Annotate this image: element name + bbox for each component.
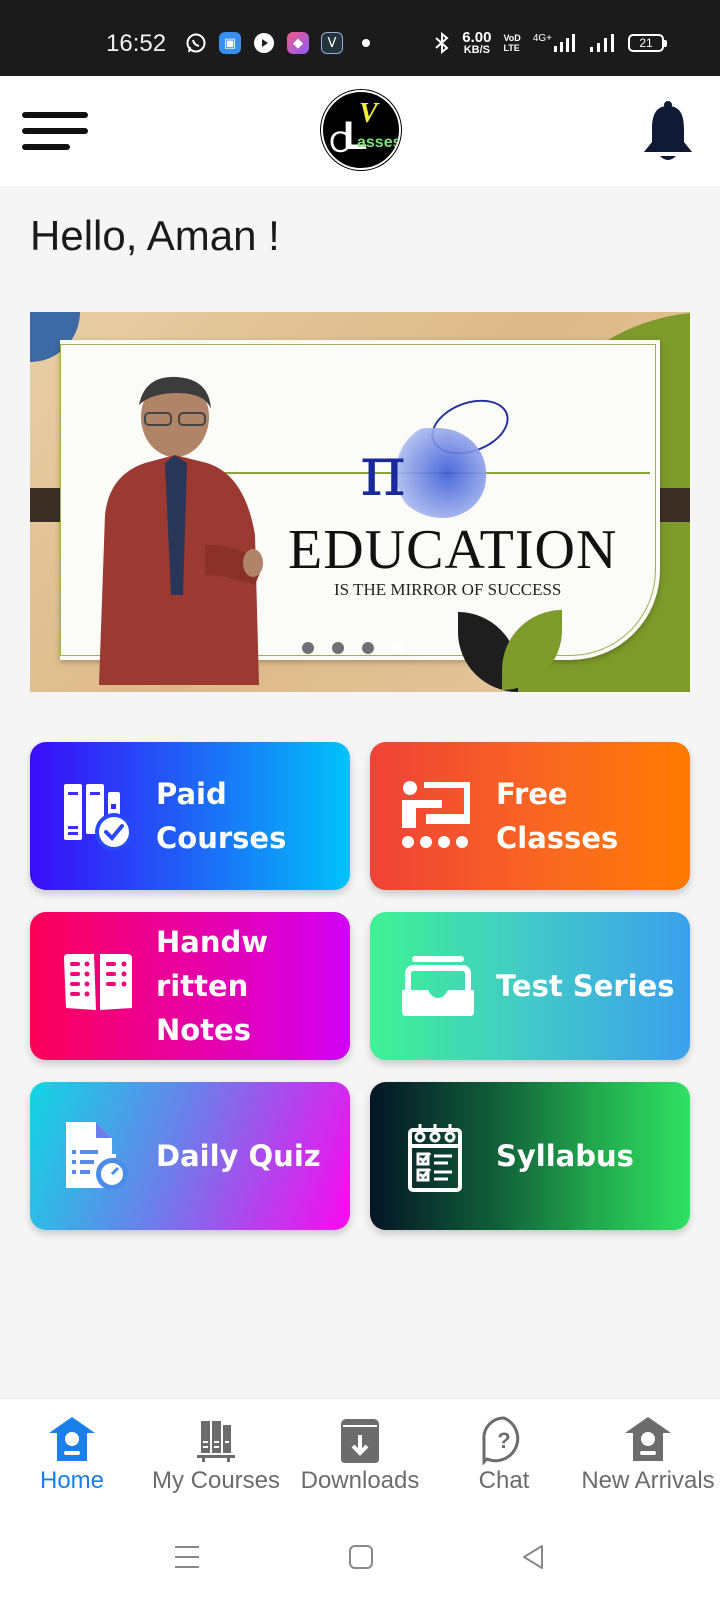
tray-icon xyxy=(402,956,474,1016)
tile-label: Free Classes xyxy=(496,777,619,855)
feature-grid: Paid Courses Free Classes Handw ritten N… xyxy=(30,742,690,1230)
download-box-icon xyxy=(341,1419,379,1463)
app-bar: L C V asses xyxy=(0,76,720,186)
help-chat-icon: ? xyxy=(482,1416,520,1465)
status-bar: 16:52 ▣ ◆ V 6.00 KB/S VoD LTE 4G+ 21 xyxy=(0,0,720,76)
new-arrivals-icon xyxy=(625,1417,671,1461)
checklist-icon xyxy=(408,1124,462,1192)
classroom-icon xyxy=(402,781,470,848)
vpn-app-icon: V xyxy=(321,32,343,54)
play-icon xyxy=(254,33,274,53)
signal-1-icon: 4G+ xyxy=(533,32,578,54)
status-time: 16:52 xyxy=(106,30,167,57)
whatsapp-icon xyxy=(186,33,206,53)
signal-2-icon xyxy=(590,34,614,52)
network-speed: 6.00 KB/S xyxy=(462,29,492,56)
system-navigation-bar xyxy=(0,1510,720,1600)
banner-carousel[interactable]: π EDUCATION IS THE MIRROR OF SUCCESS xyxy=(30,312,690,692)
tile-label: Handw ritten Notes xyxy=(156,925,269,1047)
bluetooth-icon xyxy=(435,32,449,54)
nav-my-courses[interactable]: My Courses xyxy=(144,1399,288,1510)
syllabus-button[interactable]: Syllabus xyxy=(370,1082,690,1230)
svg-text:?: ? xyxy=(497,1428,510,1453)
status-right: 6.00 KB/S VoD LTE 4G+ 21 xyxy=(434,29,667,56)
home-button[interactable] xyxy=(348,1544,374,1570)
tile-label: Test Series xyxy=(496,969,675,1003)
volte-indicator: VoD LTE xyxy=(503,33,521,53)
menu-icon[interactable] xyxy=(22,112,88,152)
quiz-timer-icon xyxy=(66,1122,128,1190)
pi-symbol: π xyxy=(360,430,407,512)
tile-label: Daily Quiz xyxy=(156,1139,321,1173)
banner-slide: π EDUCATION IS THE MIRROR OF SUCCESS xyxy=(60,340,660,685)
handwritten-notes-button[interactable]: Handw ritten Notes xyxy=(30,912,350,1060)
free-classes-button[interactable]: Free Classes xyxy=(370,742,690,890)
tile-label: Paid Courses xyxy=(156,777,287,855)
recents-button[interactable] xyxy=(174,1544,200,1570)
banner-decoration xyxy=(30,488,64,522)
tile-label: Syllabus xyxy=(496,1139,634,1173)
carousel-dot[interactable] xyxy=(362,642,374,654)
greeting-heading: Hello, Aman ! xyxy=(30,212,280,259)
paid-courses-button[interactable]: Paid Courses xyxy=(30,742,350,890)
nav-new-arrivals[interactable]: New Arrivals xyxy=(576,1399,720,1510)
carousel-dot[interactable] xyxy=(332,642,344,654)
messages-icon: ▣ xyxy=(219,32,241,54)
battery-icon: 21 xyxy=(628,34,667,52)
test-series-button[interactable]: Test Series xyxy=(370,912,690,1060)
daily-quiz-button[interactable]: Daily Quiz xyxy=(30,1082,350,1230)
carousel-dot[interactable] xyxy=(302,642,314,654)
dot-icon xyxy=(362,39,370,47)
notebook-icon xyxy=(64,954,132,1010)
nav-chat[interactable]: ? Chat xyxy=(432,1399,576,1510)
shortcut-icon: ◆ xyxy=(287,32,309,54)
home-icon xyxy=(49,1417,95,1461)
notification-icons: ▣ ◆ V xyxy=(185,32,377,54)
books-check-icon xyxy=(64,784,133,851)
bookshelf-icon xyxy=(197,1421,235,1462)
nav-home[interactable]: Home xyxy=(0,1399,144,1510)
app-logo: L C V asses xyxy=(321,90,401,170)
instructor-photo xyxy=(99,376,263,685)
back-button[interactable] xyxy=(520,1544,546,1570)
bottom-navigation: Home My Courses Downloads ? Chat New Arr… xyxy=(0,1398,720,1510)
carousel-indicator xyxy=(302,642,404,654)
banner-headline: EDUCATION xyxy=(288,519,618,581)
banner-tagline: IS THE MIRROR OF SUCCESS xyxy=(334,580,562,599)
nav-downloads[interactable]: Downloads xyxy=(288,1399,432,1510)
notification-bell-icon[interactable] xyxy=(640,100,696,164)
carousel-dot-active[interactable] xyxy=(392,642,404,654)
